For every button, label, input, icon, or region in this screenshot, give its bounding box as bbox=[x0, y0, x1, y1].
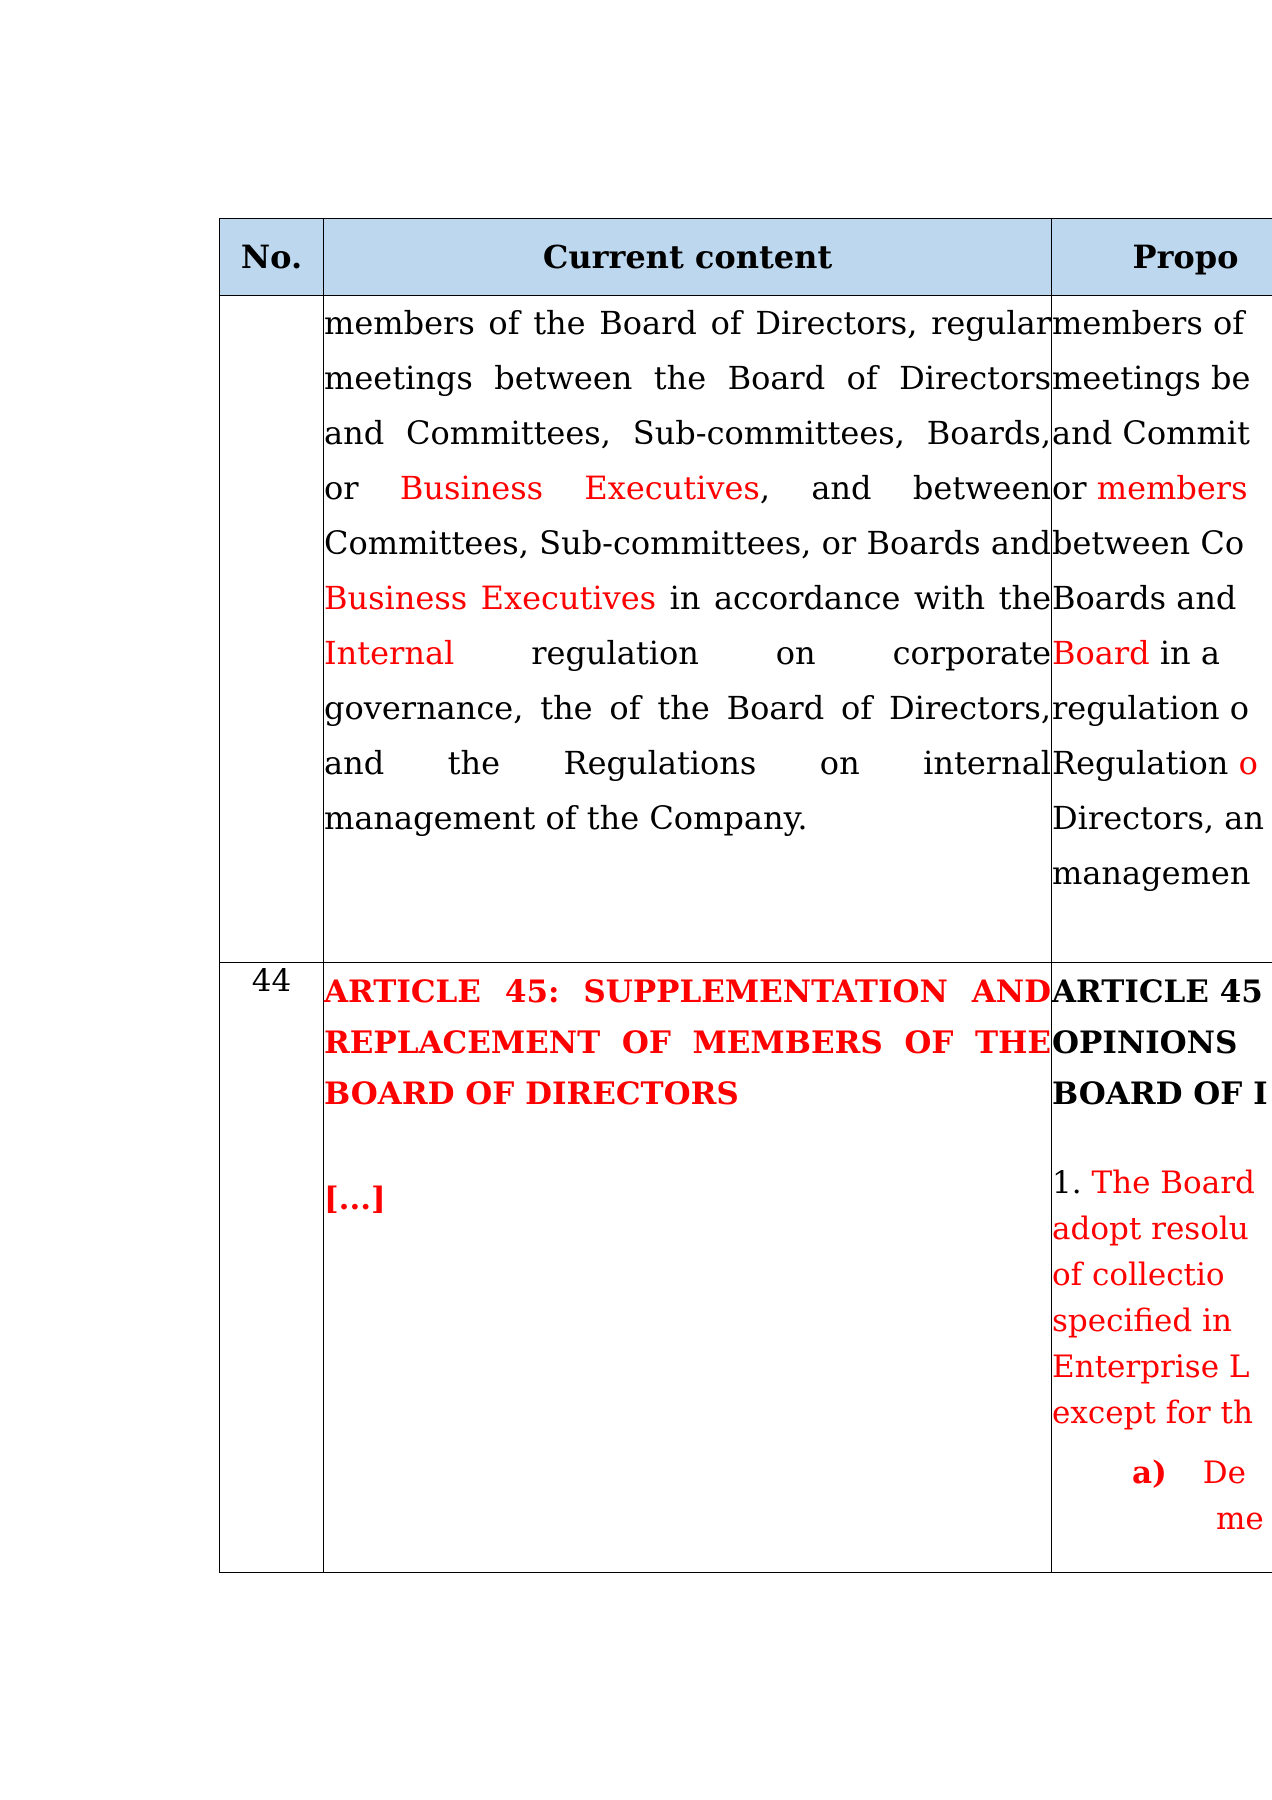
proposed-line: and Commit bbox=[1052, 414, 1250, 452]
text-segment: Regulation bbox=[1052, 744, 1239, 782]
table-row: members of the Board of Directors, regul… bbox=[219, 295, 1272, 963]
proposed-line: Regulation o bbox=[1052, 736, 1272, 791]
omission-marker: [...] bbox=[324, 1181, 386, 1217]
proposed-line: Board in a bbox=[1052, 626, 1272, 681]
paragraph-number: 1. bbox=[1052, 1165, 1092, 1201]
proposed-article-title: BOARD OF I bbox=[1052, 1076, 1268, 1112]
highlighted-text: Business Executives bbox=[324, 579, 657, 617]
text-segment: or bbox=[1052, 469, 1097, 507]
highlighted-text: o bbox=[1238, 744, 1258, 782]
text-segment: in accordance with the bbox=[656, 579, 1052, 617]
proposed-line: Directors, an bbox=[1052, 799, 1264, 837]
proposed-line: Enterprise L bbox=[1052, 1349, 1250, 1385]
highlighted-text: members bbox=[1096, 469, 1248, 507]
table-header-row: No. Current content Propo bbox=[219, 218, 1272, 296]
proposed-content-cell: members of meetings be and Commit or mem… bbox=[1051, 295, 1272, 963]
header-proposed-content: Propo bbox=[1051, 218, 1272, 296]
sub-item-label: a) bbox=[1132, 1455, 1167, 1491]
sub-item-line: a) De bbox=[1132, 1450, 1272, 1496]
proposed-line: adopt resolu bbox=[1052, 1211, 1249, 1247]
header-no: No. bbox=[219, 218, 324, 296]
document-page: No. Current content Propo members of the… bbox=[0, 0, 1272, 1800]
sub-item-a: a) De me bbox=[1052, 1450, 1272, 1542]
highlighted-text: Board bbox=[1052, 634, 1150, 672]
text-segment: De bbox=[1202, 1455, 1246, 1491]
proposed-line: 1. The Board bbox=[1052, 1160, 1272, 1206]
header-current-content: Current content bbox=[323, 218, 1052, 296]
row-number bbox=[219, 295, 324, 963]
proposed-line: specified in bbox=[1052, 1303, 1232, 1339]
proposed-line: or members bbox=[1052, 461, 1272, 516]
proposed-line: between Co bbox=[1052, 524, 1245, 562]
proposed-line: except for th bbox=[1052, 1395, 1253, 1431]
table-row: 44 ARTICLE 45: SUPPLEMENTATION AND REPLA… bbox=[219, 962, 1272, 1573]
proposed-line: regulation o bbox=[1052, 689, 1250, 727]
proposed-line: managemen bbox=[1052, 854, 1251, 892]
proposed-line: meetings be bbox=[1052, 359, 1251, 397]
current-content-cell: ARTICLE 45: SUPPLEMENTATION AND REPLACEM… bbox=[323, 962, 1052, 1573]
proposed-paragraph: 1. The Board adopt resolu of collectio s… bbox=[1052, 1160, 1272, 1436]
current-content-cell: members of the Board of Directors, regul… bbox=[323, 295, 1052, 963]
sub-item-line: me bbox=[1216, 1501, 1264, 1537]
text-segment: in a bbox=[1149, 634, 1220, 672]
article-title: ARTICLE 45: SUPPLEMENTATION AND REPLACEM… bbox=[324, 974, 1051, 1112]
proposed-line: members of bbox=[1052, 304, 1245, 342]
row-number: 44 bbox=[219, 962, 324, 1573]
current-content-paragraph: members of the Board of Directors, regul… bbox=[324, 296, 1051, 846]
proposed-line: of collectio bbox=[1052, 1257, 1225, 1293]
proposed-line: Boards and bbox=[1052, 579, 1237, 617]
proposed-article-title: ARTICLE 45 bbox=[1052, 974, 1263, 1010]
highlighted-text: Internal bbox=[324, 634, 455, 672]
proposed-content-cell: ARTICLE 45 OPINIONS BOARD OF I 1. The Bo… bbox=[1051, 962, 1272, 1573]
highlighted-text: Business Executives bbox=[399, 469, 760, 507]
proposed-article-title: OPINIONS bbox=[1052, 1025, 1238, 1061]
comparison-table: No. Current content Propo members of the… bbox=[219, 218, 1272, 1573]
highlighted-text: The Board bbox=[1091, 1165, 1255, 1201]
